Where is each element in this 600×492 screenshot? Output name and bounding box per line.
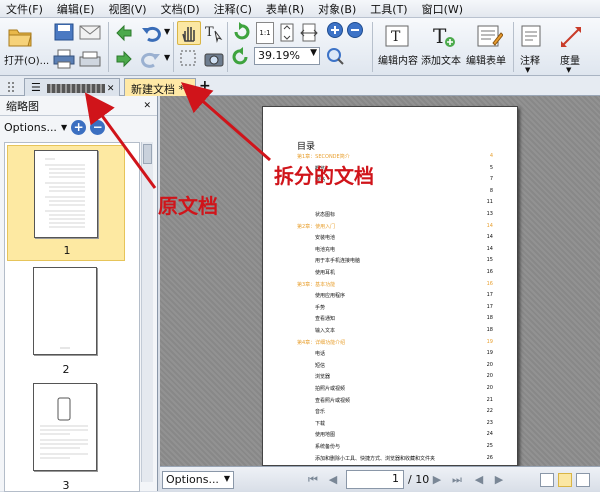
annotation-original-document: 原文档 — [158, 194, 218, 218]
arrow-to-new-tab — [180, 82, 271, 162]
arrow-to-original-tab — [84, 92, 157, 189]
red-arrow-annotations — [84, 82, 271, 189]
annotation-split-document: 拆分的文档 — [274, 164, 374, 188]
